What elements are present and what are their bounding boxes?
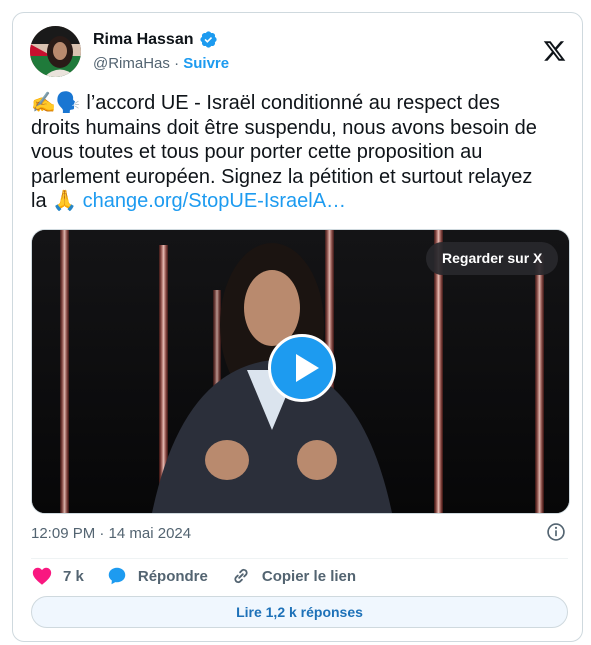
divider xyxy=(31,558,568,559)
like-button[interactable]: 7 k xyxy=(31,565,84,587)
like-count: 7 k xyxy=(63,567,84,585)
read-replies-button[interactable]: Lire 1,2 k réponses xyxy=(31,596,568,628)
follow-button[interactable]: Suivre xyxy=(183,55,229,72)
verified-badge-icon xyxy=(199,31,217,48)
video-player[interactable]: Regarder sur X xyxy=(31,229,570,514)
reply-bubble-icon xyxy=(108,567,126,585)
reply-label: Répondre xyxy=(137,567,208,585)
separator: · xyxy=(174,55,180,72)
tweet-link[interactable]: change.org/StopUE-IsraelA… xyxy=(83,190,346,212)
action-bar: 7 k Répondre Copier le lien xyxy=(31,565,378,587)
info-icon[interactable] xyxy=(546,522,566,542)
tweet-timestamp[interactable]: 12:09 PM · 14 mai 2024 xyxy=(31,525,191,542)
x-logo-icon[interactable] xyxy=(542,39,567,63)
emoji-prefix: ✍️🗣️ xyxy=(31,92,81,114)
copy-link-button[interactable]: Copier le lien xyxy=(230,565,356,587)
copy-link-label: Copier le lien xyxy=(261,567,357,585)
avatar[interactable] xyxy=(30,26,81,77)
pray-emoji: 🙏 xyxy=(52,190,78,213)
reply-button[interactable]: Répondre xyxy=(106,565,208,587)
watch-on-x-button[interactable]: Regarder sur X xyxy=(426,242,559,275)
author-name[interactable]: Rima Hassan xyxy=(93,31,194,49)
tweet-card: Rima Hassan @RimaHas · Suivre ✍️🗣️ l’acc… xyxy=(12,12,583,642)
heart-icon xyxy=(32,567,52,585)
tweet-text: ✍️🗣️ l’accord UE - Israël conditionné au… xyxy=(31,91,551,214)
play-button[interactable] xyxy=(268,334,336,402)
author-handle[interactable]: @RimaHas xyxy=(93,55,170,72)
link-icon xyxy=(234,568,248,584)
